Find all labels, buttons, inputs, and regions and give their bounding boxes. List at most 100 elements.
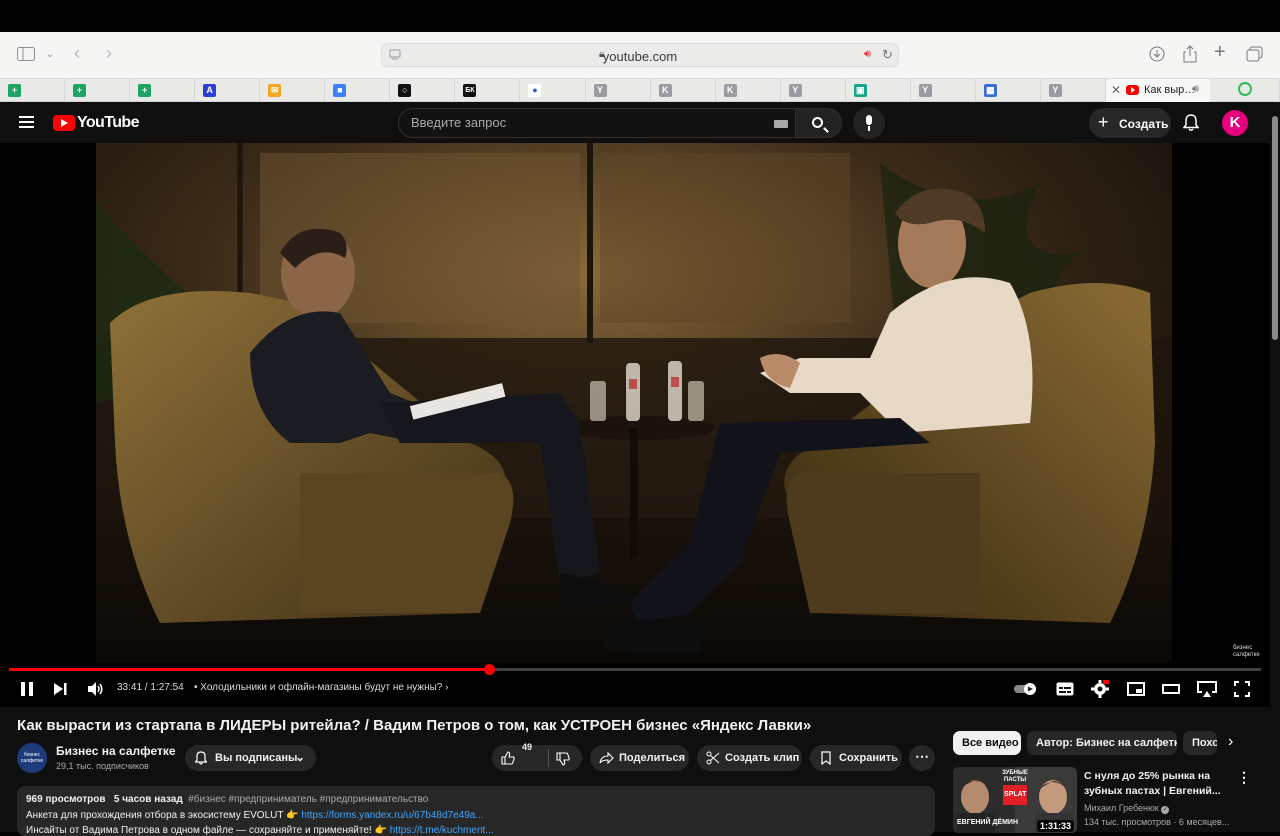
save-button[interactable]: Сохранить: [810, 745, 902, 771]
chip-author[interactable]: Автор: Бизнес на салфетке: [1027, 731, 1177, 755]
pinned-tab[interactable]: Y: [1041, 79, 1106, 102]
menu-icon[interactable]: [19, 116, 34, 128]
description-meta: 969 просмотров 5 часов назад #бизнес #пр…: [26, 794, 428, 805]
tab-youtube-active[interactable]: ✕ Как выр… 🔊︎: [1106, 79, 1210, 102]
youtube-logo[interactable]: YouTube: [53, 114, 139, 131]
settings-gear-icon[interactable]: [1091, 680, 1109, 698]
voice-search-button[interactable]: [853, 107, 885, 139]
downloads-icon[interactable]: [1149, 46, 1165, 62]
address-bar[interactable]: 🔒︎ youtube.com 🔊︎ ↻: [381, 43, 899, 67]
like-divider: [548, 749, 549, 767]
sidebar-toggle-icon[interactable]: [17, 47, 35, 61]
subtitles-icon[interactable]: [1056, 682, 1074, 696]
like-dislike-group: 49: [492, 742, 582, 771]
description-link[interactable]: https://t.me/kuchment...: [390, 825, 494, 836]
close-tab-icon[interactable]: ✕: [1111, 83, 1121, 97]
chip-similar[interactable]: Похо: [1183, 731, 1217, 755]
related-meta: 134 тыс. просмотров · 6 месяцев...: [1084, 817, 1230, 827]
channel-avatar-text: бизнес салфетке: [20, 752, 44, 764]
active-tab-title: Как выр…: [1144, 84, 1196, 96]
channel-name[interactable]: Бизнес на салфетке: [56, 744, 176, 758]
account-avatar[interactable]: K: [1222, 110, 1248, 136]
bk-icon: БК: [463, 84, 477, 97]
chip-label: Автор: Бизнес на салфетке: [1036, 737, 1177, 749]
check-circle-icon: [1238, 82, 1252, 96]
forward-icon[interactable]: ›: [106, 44, 112, 62]
video-player[interactable]: бизнес салфетке 33:41 / 1:27:54 • Холодил…: [0, 143, 1270, 707]
page-scrollbar[interactable]: [1270, 102, 1280, 832]
more-actions-button[interactable]: ⋯: [909, 745, 935, 771]
airplay-icon[interactable]: [1197, 681, 1217, 697]
pinned-tab[interactable]: +: [130, 79, 196, 102]
bell-icon: [195, 751, 207, 765]
pinned-tab[interactable]: +: [0, 79, 66, 102]
progress-played: [9, 668, 489, 671]
sound-playing-icon[interactable]: 🔊︎: [864, 48, 871, 61]
pinned-tab[interactable]: ●: [520, 79, 586, 102]
related-video-title[interactable]: С нуля до 25% рынка на зубных пастах | Е…: [1084, 769, 1224, 799]
tab-overview-icon[interactable]: [1246, 46, 1263, 62]
volume-icon[interactable]: [88, 682, 104, 696]
posted-time: 5 часов назад: [113, 794, 183, 805]
duration-badge: 1:31:33: [1037, 820, 1075, 832]
like-icon[interactable]: [501, 751, 515, 765]
chip-all-videos[interactable]: Все видео: [953, 731, 1021, 755]
sheets-icon: +: [73, 84, 87, 97]
pause-icon[interactable]: [20, 682, 34, 696]
share-button[interactable]: Поделиться: [590, 745, 689, 771]
theater-mode-icon[interactable]: [1162, 684, 1180, 694]
scrollbar-thumb[interactable]: [1272, 116, 1278, 340]
pinned-tab[interactable]: ▣: [846, 79, 911, 102]
pinned-tab[interactable]: +: [65, 79, 131, 102]
chevron-right-icon[interactable]: ›: [1228, 733, 1233, 751]
pinned-tab[interactable]: ✉: [260, 79, 326, 102]
share-icon[interactable]: [1183, 45, 1197, 63]
pinned-tab-last[interactable]: [1210, 79, 1280, 102]
dislike-icon[interactable]: [556, 752, 570, 766]
back-icon[interactable]: ‹: [74, 44, 80, 62]
pinned-tab[interactable]: ■: [325, 79, 391, 102]
progress-bar[interactable]: [9, 664, 1261, 675]
progress-scrubber[interactable]: [483, 664, 495, 675]
verified-icon: ✓: [1161, 806, 1170, 814]
hashtags[interactable]: #бизнес #предприниматель #предпринимател…: [188, 794, 428, 805]
fullscreen-icon[interactable]: [1234, 681, 1250, 697]
related-channel-name: Михаил Гребенюк: [1084, 803, 1159, 813]
keyboard-icon[interactable]: [774, 120, 788, 128]
description-line: Анкета для прохождения отбора в экосисте…: [26, 810, 484, 821]
scissors-icon: [706, 751, 720, 765]
related-channel[interactable]: Михаил Гребенюк ✓: [1084, 803, 1170, 814]
chapter-title[interactable]: • Холодильники и офлайн-магазины будут н…: [194, 682, 448, 693]
tab-sound-icon[interactable]: 🔊︎: [1192, 83, 1199, 96]
description-box[interactable]: 969 просмотров 5 часов назад #бизнес #пр…: [17, 786, 935, 836]
search-input[interactable]: [411, 115, 751, 130]
pinned-tab[interactable]: K: [651, 79, 716, 102]
pinned-tab[interactable]: Y: [781, 79, 846, 102]
view-count: 969 просмотров: [26, 794, 106, 805]
channel-avatar[interactable]: бизнес салфетке: [17, 743, 47, 773]
next-icon[interactable]: [54, 683, 67, 695]
create-button[interactable]: + Создать: [1089, 108, 1171, 138]
more-vertical-icon[interactable]: ⋮: [1237, 769, 1251, 786]
sheets-icon: +: [138, 84, 152, 97]
record-icon: ●: [528, 84, 542, 97]
search-box[interactable]: [398, 108, 796, 138]
subscribed-button[interactable]: Вы подписаны ⌄: [185, 745, 316, 771]
reload-icon[interactable]: ↻: [882, 47, 893, 63]
pinned-tab[interactable]: K: [716, 79, 781, 102]
description-link[interactable]: https://forms.yandex.ru/u/67b48d7e49a...: [301, 810, 483, 821]
pinned-tab[interactable]: Y: [586, 79, 651, 102]
miniplayer-icon[interactable]: [1127, 682, 1145, 696]
create-clip-button[interactable]: Создать клип: [697, 745, 802, 771]
notifications-bell-icon[interactable]: [1183, 114, 1199, 132]
new-tab-icon[interactable]: +: [1214, 42, 1226, 62]
create-label: Создать: [1119, 117, 1169, 131]
pinned-tab[interactable]: A: [195, 79, 261, 102]
pinned-tab[interactable]: ▦: [976, 79, 1041, 102]
autoplay-toggle-icon[interactable]: [1014, 683, 1040, 695]
search-button[interactable]: [796, 108, 842, 138]
pinned-tab[interactable]: ○: [390, 79, 456, 102]
chevron-down-icon[interactable]: ⌄: [46, 47, 54, 63]
pinned-tab[interactable]: БК: [455, 79, 521, 102]
pinned-tab[interactable]: Y: [911, 79, 976, 102]
